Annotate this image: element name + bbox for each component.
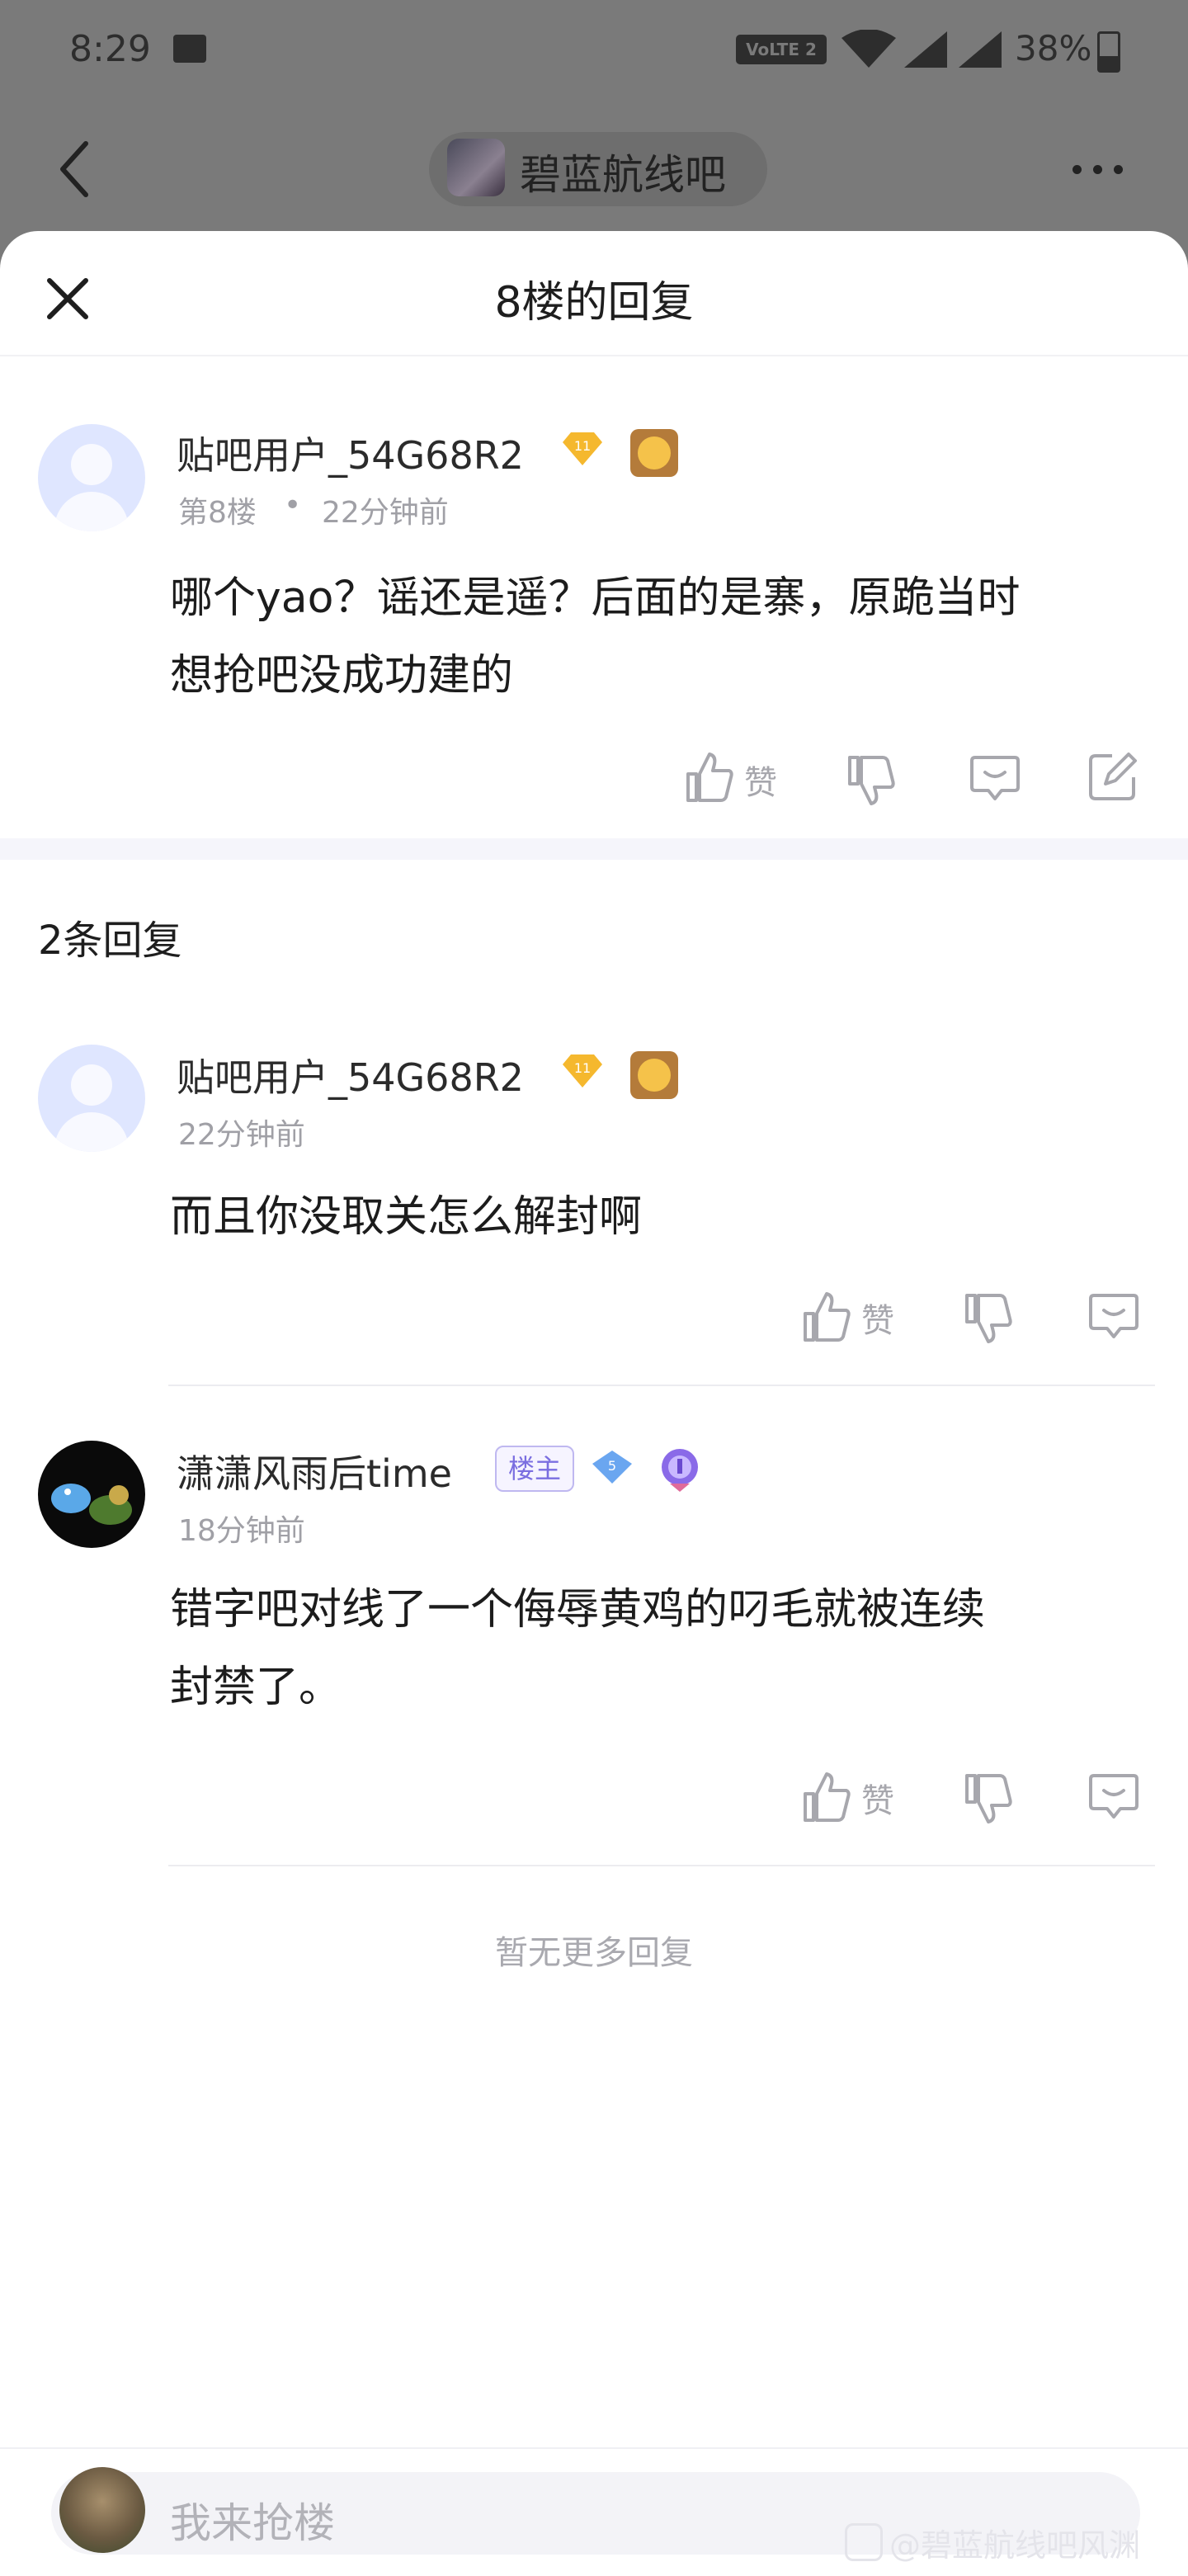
reply-time: 22分钟前 — [178, 1118, 305, 1152]
volte-icon: VoLTE 2 — [736, 35, 827, 64]
my-avatar — [59, 2467, 145, 2553]
watermark: @碧蓝航线吧风渊 — [889, 2527, 1141, 2564]
battery-icon — [1097, 31, 1120, 73]
username[interactable]: 贴吧用户_54G68R2 — [177, 1048, 524, 1102]
username[interactable]: 贴吧用户_54G68R2 — [177, 426, 524, 480]
like-label[interactable]: 赞 — [861, 1294, 894, 1342]
level-badge-icon: 11 — [563, 432, 602, 465]
gallery-notification-icon — [173, 35, 206, 63]
avatar[interactable] — [38, 424, 145, 531]
no-more-replies: 暂无更多回复 — [495, 1934, 693, 1972]
svg-text:11: 11 — [574, 1060, 591, 1076]
wifi-icon — [842, 30, 896, 68]
comment-icon[interactable] — [1087, 1772, 1140, 1822]
section-separator — [0, 838, 1188, 860]
like-label[interactable]: 赞 — [861, 1774, 894, 1822]
dislike-icon[interactable] — [846, 754, 896, 807]
dislike-icon[interactable] — [964, 1772, 1013, 1825]
reply-content: 而且你没取关怎么解封啊 — [170, 1192, 643, 1242]
meta-separator: • — [284, 488, 302, 522]
avatar[interactable] — [38, 1045, 145, 1152]
like-icon[interactable] — [685, 751, 734, 804]
watermark-icon — [845, 2523, 883, 2561]
back-icon[interactable] — [58, 140, 91, 198]
sheet-title: 8楼的回复 — [494, 278, 694, 328]
svg-text:5: 5 — [608, 1458, 616, 1474]
post-time: 22分钟前 — [322, 496, 449, 530]
honor-icon — [662, 1449, 698, 1492]
medal-icon — [630, 1051, 678, 1099]
reply-time: 18分钟前 — [178, 1514, 305, 1548]
like-icon[interactable] — [802, 1771, 851, 1823]
reply-input-placeholder[interactable]: 我来抢楼 — [170, 2490, 335, 2550]
like-label[interactable]: 赞 — [744, 756, 777, 804]
post-floor: 第8楼 — [178, 496, 257, 530]
svg-text:11: 11 — [574, 438, 591, 454]
owner-badge: 楼主 — [495, 1446, 575, 1492]
signal-icon — [959, 31, 1002, 68]
battery-percent: 38% — [1015, 28, 1092, 68]
more-icon[interactable] — [1072, 162, 1147, 174]
status-bar: 8:29 VoLTE 2 38% — [0, 0, 1188, 107]
like-icon[interactable] — [802, 1290, 851, 1343]
reply-content: 错字吧对线了一个侮辱黄鸡的叼毛就被连续 封禁了。 — [170, 1585, 986, 1712]
medal-icon — [630, 429, 678, 477]
divider — [0, 355, 1188, 356]
comment-icon[interactable] — [1087, 1292, 1140, 1342]
row-divider — [168, 1865, 1155, 1866]
reply-sheet: 8楼的回复 贴吧用户_54G68R2 11 第8楼 • 22分钟前 哪个yao？… — [0, 231, 1188, 2574]
level-badge-icon: 5 — [592, 1451, 632, 1484]
dislike-icon[interactable] — [964, 1292, 1013, 1345]
replies-count: 2条回复 — [38, 918, 182, 964]
post-content: 哪个yao？谣还是遥？后面的是寨，原跪当时 想抢吧没成功建的 — [170, 573, 1021, 701]
forum-name: 碧蓝航线吧 — [520, 151, 726, 199]
edit-icon[interactable] — [1087, 753, 1137, 802]
status-time: 8:29 — [69, 28, 151, 70]
avatar[interactable] — [38, 1441, 145, 1548]
signal-icon — [904, 31, 947, 68]
level-badge-icon: 11 — [563, 1054, 602, 1087]
username[interactable]: 潇潇风雨后time — [177, 1444, 452, 1498]
comment-icon[interactable] — [969, 754, 1021, 804]
forum-avatar — [447, 139, 505, 196]
row-divider — [168, 1385, 1155, 1386]
